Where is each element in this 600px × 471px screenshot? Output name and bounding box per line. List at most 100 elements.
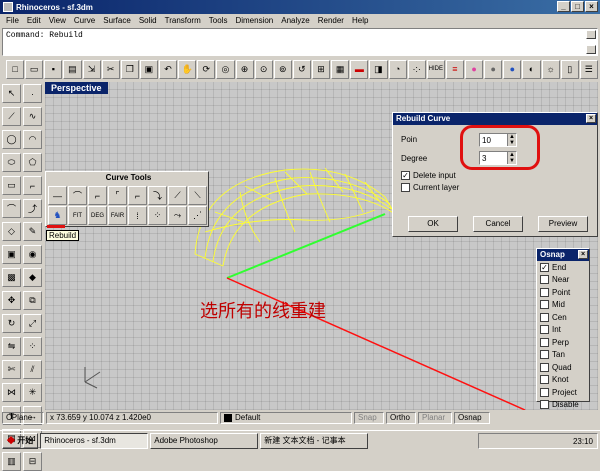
layer-icon[interactable]: ◨ xyxy=(369,59,388,79)
undo-view-icon[interactable]: ↺ xyxy=(292,59,311,79)
color-wheel-icon[interactable]: ● xyxy=(465,59,484,79)
osnap-checkbox[interactable] xyxy=(540,300,549,310)
menu-analyze[interactable]: Analyze xyxy=(277,16,313,25)
arc-icon[interactable]: ◠ xyxy=(23,130,42,149)
fillet-icon[interactable]: ⌐ xyxy=(88,186,107,205)
taskbar-item-notepad[interactable]: 新建 文本文档 - 记事本 xyxy=(260,432,369,449)
ok-button[interactable]: OK xyxy=(408,216,458,232)
mesh-icon[interactable]: ▩ xyxy=(2,268,21,287)
layers-stack-icon[interactable]: ≡ xyxy=(445,59,464,79)
current-layer-checkbox[interactable] xyxy=(401,183,410,192)
osnap-item[interactable]: Knot xyxy=(537,374,589,387)
select-all-icon[interactable]: ◔ xyxy=(388,59,407,79)
osnap-checkbox[interactable] xyxy=(540,312,549,322)
planar-toggle[interactable]: Planar xyxy=(418,412,452,424)
osnap-item[interactable]: ✓ End xyxy=(537,261,589,274)
rebuild-tool-icon[interactable]: ♞ xyxy=(48,206,67,225)
named-view-icon[interactable]: ⊟ xyxy=(23,452,42,471)
osnap-checkbox[interactable] xyxy=(540,275,549,285)
osnap-checkbox[interactable] xyxy=(540,325,549,335)
osnap-item[interactable]: Near xyxy=(537,274,589,287)
cancel-button[interactable]: Cancel xyxy=(473,216,523,232)
insert-knot-icon[interactable]: ⁞ xyxy=(128,206,147,225)
osnap-item[interactable]: Tan xyxy=(537,349,589,362)
osnap-item[interactable]: Point xyxy=(537,286,589,299)
osnap-close-button[interactable]: × xyxy=(578,250,588,259)
cplane-indicator[interactable]: CPlane xyxy=(2,412,44,424)
rotate-icon[interactable]: ↻ xyxy=(2,314,21,333)
save-icon[interactable]: ▪ xyxy=(44,59,63,79)
deg-icon[interactable]: DEG xyxy=(88,206,107,225)
explode-icon[interactable]: ✳ xyxy=(23,383,42,402)
curve-icon[interactable]: ∿ xyxy=(23,107,42,126)
delete-input-row[interactable]: ✓ Delete input xyxy=(401,171,456,180)
osnap-checkbox[interactable]: ✓ xyxy=(540,262,549,272)
grid-icon[interactable]: ▦ xyxy=(331,59,350,79)
rotate-view-icon[interactable]: ⟳ xyxy=(197,59,216,79)
preview-button[interactable]: Preview xyxy=(538,216,588,232)
fit-icon[interactable]: FIT xyxy=(68,206,87,225)
cut-icon[interactable]: ✂ xyxy=(101,59,120,79)
remove-knot-icon[interactable]: ⁘ xyxy=(148,206,167,225)
osnap-item[interactable]: Cen xyxy=(537,311,589,324)
curve-tools-title[interactable]: Curve Tools xyxy=(46,172,208,184)
trim-icon[interactable]: ✄ xyxy=(2,360,21,379)
box-icon[interactable]: ▣ xyxy=(2,245,21,264)
osnap-checkbox[interactable] xyxy=(540,337,549,347)
osnap-toggle[interactable]: Osnap xyxy=(454,412,490,424)
import-icon[interactable]: ⇲ xyxy=(82,59,101,79)
new-file-icon[interactable]: □ xyxy=(6,59,25,79)
maximize-button[interactable]: □ xyxy=(571,1,584,12)
open-folder-icon[interactable]: ▭ xyxy=(25,59,44,79)
crv-end-icon[interactable]: ⟍ xyxy=(188,186,207,205)
solid-tools-icon[interactable]: ◆ xyxy=(23,268,42,287)
osnap-checkbox[interactable] xyxy=(540,387,549,397)
line-tool-icon[interactable]: — xyxy=(48,186,67,205)
mirror-icon[interactable]: ⇋ xyxy=(2,337,21,356)
shade-sphere-icon[interactable]: ● xyxy=(484,59,503,79)
osnap-checkbox[interactable] xyxy=(540,287,549,297)
command-area[interactable]: Command: Rebuild xyxy=(2,28,598,56)
extend-icon[interactable]: ⌒ xyxy=(68,186,87,205)
fillet-curve-icon[interactable]: ⌐ xyxy=(23,176,42,195)
hide-icon[interactable]: HIDE xyxy=(426,59,445,79)
menu-curve[interactable]: Curve xyxy=(70,16,99,25)
zoom-window-icon[interactable]: ⊕ xyxy=(235,59,254,79)
car-properties-icon[interactable]: ▬ xyxy=(350,59,369,79)
taskbar-item-photoshop[interactable]: Adobe Photoshop xyxy=(150,432,259,449)
layer-indicator[interactable]: Default xyxy=(220,412,352,424)
menu-help[interactable]: Help xyxy=(348,16,372,25)
osnap-item[interactable]: Perp xyxy=(537,336,589,349)
osnap-checkbox[interactable] xyxy=(540,350,549,360)
print-icon[interactable]: ▤ xyxy=(63,59,82,79)
copy-icon[interactable]: ❐ xyxy=(120,59,139,79)
osnap-item[interactable]: Disable xyxy=(537,399,589,412)
menu-solid[interactable]: Solid xyxy=(135,16,161,25)
command-scrollbar[interactable] xyxy=(586,30,596,54)
options-icon[interactable]: ☰ xyxy=(579,59,598,79)
surface-icon[interactable]: ◇ xyxy=(2,222,21,241)
paste-icon[interactable]: ▣ xyxy=(139,59,158,79)
menu-edit[interactable]: Edit xyxy=(23,16,45,25)
ellipse-icon[interactable]: ⬭ xyxy=(2,153,21,172)
blend-icon[interactable]: ⌐ xyxy=(128,186,147,205)
undo-icon[interactable]: ↶ xyxy=(159,59,178,79)
minimize-button[interactable]: _ xyxy=(557,1,570,12)
osnap-item[interactable]: Quad xyxy=(537,361,589,374)
offset-icon[interactable]: ⤵ xyxy=(148,186,167,205)
render-icon[interactable]: ▥ xyxy=(2,452,21,471)
menu-surface[interactable]: Surface xyxy=(99,16,135,25)
rectangle-icon[interactable]: ▭ xyxy=(2,176,21,195)
light-icon[interactable]: ☼ xyxy=(541,59,560,79)
rebuild-curve-icon[interactable]: ✎ xyxy=(23,222,42,241)
simplify-icon[interactable]: ⋰ xyxy=(188,206,207,225)
fair-icon[interactable]: FAIR xyxy=(108,206,127,225)
show-points-icon[interactable]: ·:· xyxy=(407,59,426,79)
zoom-extents-icon[interactable]: ⊙ xyxy=(254,59,273,79)
osnap-checkbox[interactable] xyxy=(540,400,549,410)
menu-transform[interactable]: Transform xyxy=(161,16,205,25)
menu-file[interactable]: File xyxy=(2,16,23,25)
osnap-checkbox[interactable] xyxy=(540,362,549,372)
clock[interactable]: 23:10 xyxy=(573,437,593,446)
osnap-item[interactable]: Int xyxy=(537,324,589,337)
